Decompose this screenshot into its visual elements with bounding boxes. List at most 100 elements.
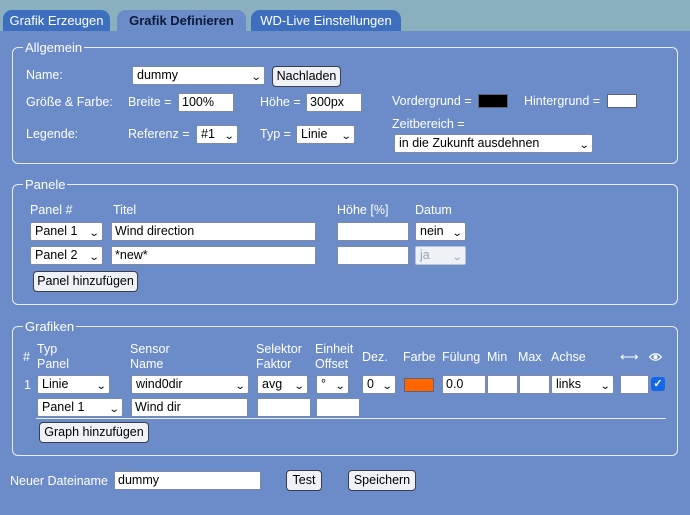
graph-fill-header: Fülung bbox=[442, 350, 481, 364]
tab-grafik-definieren[interactable]: Grafik Definieren bbox=[117, 10, 246, 31]
graph-type-select-value: Linie bbox=[42, 377, 69, 391]
tab-grafik-erzeugen[interactable]: Grafik Erzeugen bbox=[3, 10, 110, 31]
graph-axis-select[interactable]: links ⌄ bbox=[551, 375, 614, 394]
test-button[interactable]: Test bbox=[286, 470, 322, 491]
chevron-down-icon: ⌄ bbox=[95, 381, 107, 392]
chevron-down-icon: ⌄ bbox=[340, 131, 352, 142]
legend-type-select[interactable]: Linie ⌄ bbox=[296, 125, 355, 144]
add-panel-button[interactable]: Panel hinzufügen bbox=[33, 271, 138, 292]
panel-2-select-value: Panel 2 bbox=[35, 248, 78, 262]
panel-1-title-input[interactable]: Wind direction bbox=[111, 222, 316, 241]
filename-input[interactable]: dummy bbox=[114, 471, 261, 490]
chevron-down-icon: ⌄ bbox=[88, 228, 100, 239]
width-label: Breite = bbox=[128, 95, 172, 109]
name-label: Name: bbox=[26, 68, 63, 82]
graph-index-header: # bbox=[23, 350, 30, 364]
graph-width-input[interactable] bbox=[620, 375, 649, 394]
panel-title-header: Titel bbox=[113, 203, 137, 217]
graph-decimals-header: Dez. bbox=[362, 350, 388, 364]
panel-date-header: Datum bbox=[415, 203, 452, 217]
graph-visible-checkbox[interactable]: ✓ bbox=[651, 377, 665, 391]
timerange-label: Zeitbereich = bbox=[392, 117, 465, 131]
graph-type-header: Typ bbox=[37, 342, 58, 356]
graph-panel-select-value: Panel 1 bbox=[42, 400, 85, 414]
graph-panel-header: Panel bbox=[37, 357, 69, 371]
graph-selector-select[interactable]: avg ⌄ bbox=[257, 375, 308, 394]
panel-height-header: Höhe [%] bbox=[337, 203, 389, 217]
graph-sensor-select-value: wind0dir bbox=[136, 377, 183, 391]
arrows-horizontal-icon: ⟷ bbox=[620, 349, 639, 364]
filename-label: Neuer Dateiname bbox=[10, 474, 108, 488]
chevron-down-icon: ⌄ bbox=[451, 252, 463, 263]
height-label: Höhe = bbox=[260, 95, 301, 109]
chevron-down-icon: ⌄ bbox=[234, 381, 246, 392]
panel-1-height-input[interactable] bbox=[337, 222, 409, 241]
panel-2-date-select: ja ⌄ bbox=[415, 246, 466, 265]
panel-1-select-value: Panel 1 bbox=[35, 224, 78, 238]
size-color-label: Größe & Farbe: bbox=[26, 95, 113, 109]
graph-offset-input[interactable] bbox=[316, 398, 360, 417]
graph-row-divider bbox=[36, 418, 666, 419]
graph-panel-select[interactable]: Panel 1 ⌄ bbox=[37, 398, 123, 417]
graph-factor-input[interactable] bbox=[257, 398, 311, 417]
name-select[interactable]: dummy ⌄ bbox=[132, 66, 265, 85]
graph-min-header: Min bbox=[487, 350, 508, 364]
reload-button[interactable]: Nachladen bbox=[272, 66, 341, 87]
graph-offset-header: Offset bbox=[315, 357, 349, 371]
foreground-label: Vordergrund = bbox=[392, 94, 472, 108]
timerange-select-value: in die Zukunft ausdehnen bbox=[399, 136, 540, 150]
graph-selector-select-value: avg bbox=[262, 377, 283, 391]
graph-axis-header: Achse bbox=[551, 350, 586, 364]
name-select-value: dummy bbox=[137, 68, 178, 82]
graph-axis-select-value: links bbox=[556, 377, 582, 391]
graph-decimals-select[interactable]: 0 ⌄ bbox=[362, 375, 396, 394]
graph-decimals-select-value: 0 bbox=[367, 377, 374, 391]
graph-unit-header: Einheit bbox=[315, 342, 354, 356]
width-input[interactable]: 100% bbox=[178, 93, 234, 112]
chevron-down-icon: ⌄ bbox=[334, 381, 346, 392]
save-button[interactable]: Speichern bbox=[348, 470, 416, 491]
panel-1-select[interactable]: Panel 1 ⌄ bbox=[30, 222, 103, 241]
background-color-swatch[interactable] bbox=[607, 94, 637, 108]
foreground-color-swatch[interactable] bbox=[478, 94, 508, 108]
panel-2-height-input[interactable] bbox=[337, 246, 409, 265]
timerange-select[interactable]: in die Zukunft ausdehnen ⌄ bbox=[394, 134, 593, 153]
allgemein-legend: Allgemein bbox=[25, 40, 83, 55]
background-label: Hintergrund = bbox=[524, 94, 601, 108]
grafiken-legend: Grafiken bbox=[25, 319, 75, 334]
graph-selector-header: Selektor bbox=[256, 342, 302, 356]
graph-color-swatch[interactable] bbox=[404, 378, 434, 392]
eye-icon bbox=[648, 351, 663, 365]
graph-unit-select[interactable]: ° ⌄ bbox=[316, 375, 349, 394]
graph-max-input[interactable] bbox=[519, 375, 550, 394]
panel-1-date-select-value: nein bbox=[420, 224, 444, 238]
chevron-down-icon: ⌄ bbox=[451, 228, 463, 239]
graph-type-select[interactable]: Linie ⌄ bbox=[37, 375, 110, 394]
reference-select-value: #1 bbox=[201, 127, 215, 141]
panel-1-date-select[interactable]: nein ⌄ bbox=[415, 222, 466, 241]
graph-max-header: Max bbox=[518, 350, 542, 364]
graph-color-header: Farbe bbox=[403, 350, 436, 364]
panel-2-select[interactable]: Panel 2 ⌄ bbox=[30, 246, 103, 265]
chevron-down-icon: ⌄ bbox=[293, 381, 305, 392]
panele-legend: Panele bbox=[25, 177, 66, 192]
graph-name-input[interactable]: Wind dir bbox=[131, 398, 248, 417]
add-graph-button[interactable]: Graph hinzufügen bbox=[39, 422, 149, 443]
graph-fill-input[interactable]: 0.0 bbox=[442, 375, 486, 394]
panel-2-title-input[interactable]: *new* bbox=[111, 246, 316, 265]
legend-label: Legende: bbox=[26, 127, 79, 141]
reference-label: Referenz = bbox=[128, 127, 190, 141]
tab-wd-live-einstellungen[interactable]: WD-Live Einstellungen bbox=[251, 10, 401, 31]
graph-sensor-select[interactable]: wind0dir ⌄ bbox=[131, 375, 249, 394]
graph-min-input[interactable] bbox=[487, 375, 518, 394]
graph-unit-select-value: ° bbox=[321, 377, 326, 391]
panel-number-header: Panel # bbox=[30, 203, 73, 217]
chevron-down-icon: ⌄ bbox=[381, 381, 393, 392]
graph-name-header: Name bbox=[130, 357, 164, 371]
reference-select[interactable]: #1 ⌄ bbox=[196, 125, 238, 144]
chevron-down-icon: ⌄ bbox=[108, 404, 120, 415]
graph-row-index: 1 bbox=[24, 378, 31, 392]
legend-type-select-value: Linie bbox=[301, 127, 328, 141]
height-input[interactable]: 300px bbox=[306, 93, 362, 112]
type-label: Typ = bbox=[260, 127, 291, 141]
